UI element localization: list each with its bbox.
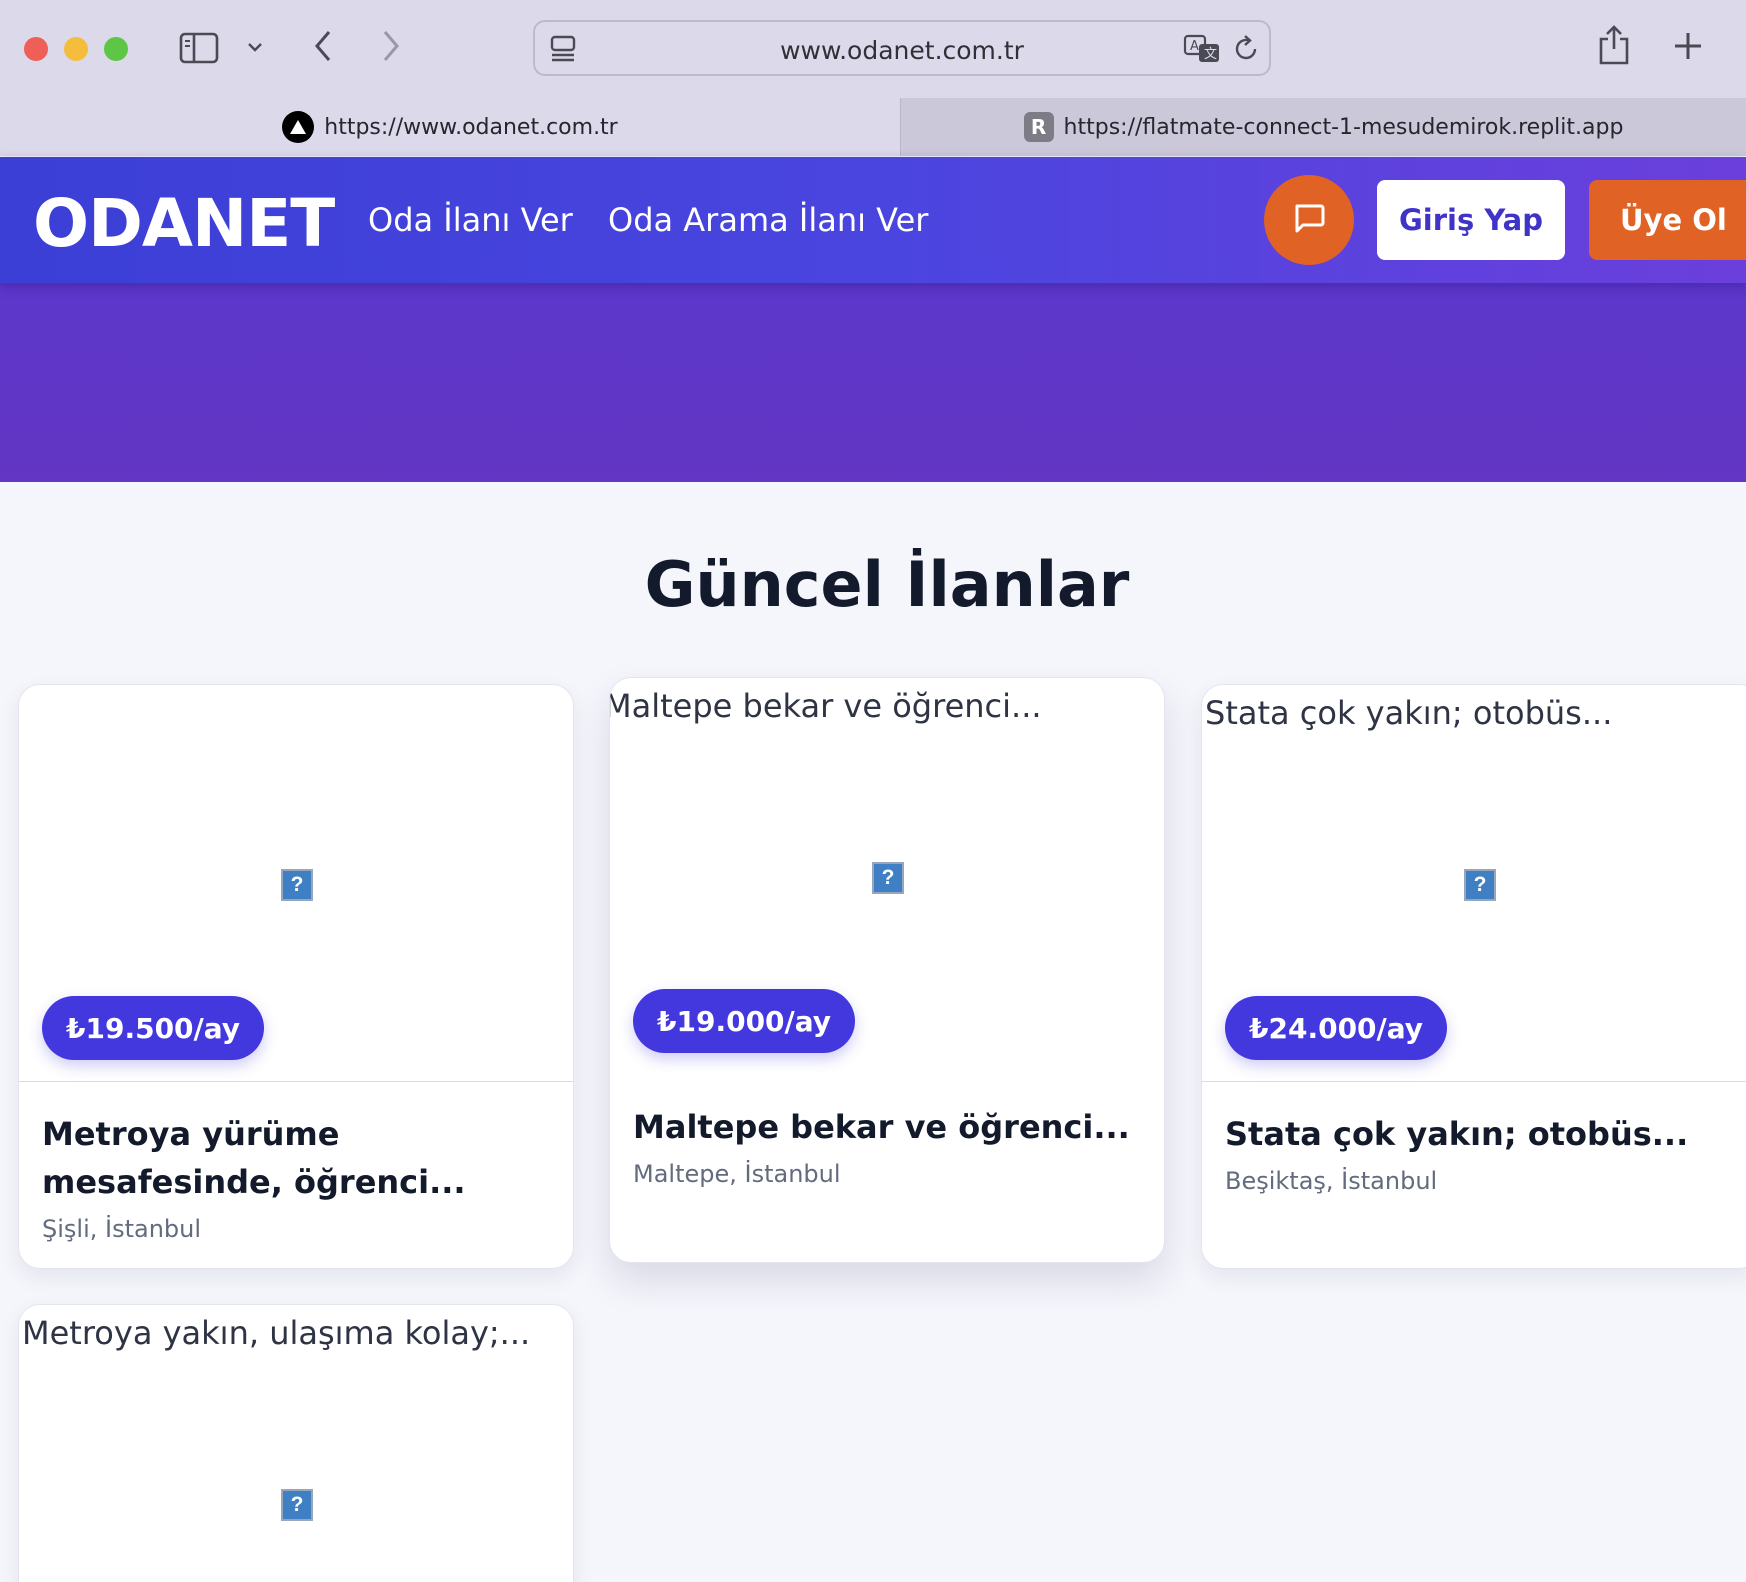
triangle-logo-icon <box>282 111 315 143</box>
listing-card[interactable]: Maltepe bekar ve öğrenci... ? ₺19.000/ay… <box>609 677 1165 1263</box>
listing-title[interactable]: Maltepe bekar ve öğrenci... <box>633 1103 1143 1151</box>
hero-banner <box>0 283 1746 482</box>
signup-button[interactable]: Üye Ol <box>1589 180 1746 260</box>
broken-image-icon: ? <box>872 862 904 894</box>
address-bar[interactable]: www.odanet.com.tr A文 <box>533 20 1271 76</box>
sidebar-toggle-icon[interactable] <box>178 28 220 68</box>
browser-titlebar: www.odanet.com.tr A文 <box>0 0 1746 98</box>
price-badge: ₺19.500/ay <box>42 996 265 1060</box>
nav-link-post-room-search[interactable]: Oda Arama İlanı Ver <box>608 201 928 239</box>
login-button[interactable]: Giriş Yap <box>1377 180 1565 260</box>
svg-text:文: 文 <box>1204 47 1217 62</box>
zoom-window-button[interactable] <box>104 37 128 61</box>
tab-bar: https://www.odanet.com.tr R https://flat… <box>0 98 1746 156</box>
reload-icon[interactable] <box>1231 34 1261 69</box>
svg-text:A: A <box>1190 39 1199 54</box>
broken-image-icon: ? <box>1464 869 1496 901</box>
section-title: Güncel İlanlar <box>644 548 1130 621</box>
listing-location: Şişli, İstanbul <box>42 1215 202 1243</box>
listing-location: Beşiktaş, İstanbul <box>1225 1167 1438 1195</box>
minimize-window-button[interactable] <box>64 37 88 61</box>
listing-image[interactable]: ? ₺19.500/ay <box>19 685 573 1082</box>
listing-image[interactable]: Stata çok yakın; otobüs... ? ₺24.000/ay <box>1202 685 1746 1082</box>
tab-label: https://www.odanet.com.tr <box>324 114 618 140</box>
tab-odanet[interactable]: https://www.odanet.com.tr <box>0 98 900 156</box>
image-alt-text: Stata çok yakın; otobüs... <box>1205 694 1613 732</box>
replit-favicon-icon: R <box>1023 112 1054 142</box>
messages-button[interactable] <box>1264 175 1354 265</box>
site-header: ODANET Oda İlanı Ver Oda Arama İlanı Ver… <box>0 157 1746 283</box>
price-badge: ₺19.000/ay <box>633 989 856 1053</box>
nav-link-post-room[interactable]: Oda İlanı Ver <box>368 201 573 239</box>
listing-card[interactable]: Stata çok yakın; otobüs... ? ₺24.000/ay … <box>1201 684 1746 1269</box>
broken-image-icon: ? <box>281 1489 313 1521</box>
chat-bubble-icon <box>1292 202 1326 239</box>
translate-icon[interactable]: A文 <box>1183 34 1223 69</box>
price-badge: ₺24.000/ay <box>1225 996 1448 1060</box>
listing-title[interactable]: Stata çok yakın; otobüs... <box>1225 1110 1735 1158</box>
image-alt-text: Maltepe bekar ve öğrenci... <box>609 687 1042 725</box>
listing-image[interactable]: Maltepe bekar ve öğrenci... ? ₺19.000/ay <box>610 678 1164 1075</box>
share-icon[interactable] <box>1596 24 1632 68</box>
listing-card[interactable]: Metroya yakın, ulaşıma kolay;... ? <box>18 1304 574 1582</box>
url-text[interactable]: www.odanet.com.tr <box>535 36 1269 65</box>
site-logo[interactable]: ODANET <box>33 185 335 262</box>
chevron-down-icon[interactable] <box>242 34 268 60</box>
back-arrow-icon[interactable] <box>306 26 340 66</box>
forward-arrow-icon[interactable] <box>374 26 408 66</box>
listing-image[interactable]: Metroya yakın, ulaşıma kolay;... ? <box>19 1305 573 1582</box>
image-alt-text: Metroya yakın, ulaşıma kolay;... <box>22 1314 531 1352</box>
listing-location: Maltepe, İstanbul <box>633 1160 841 1188</box>
close-window-button[interactable] <box>24 37 48 61</box>
listing-title[interactable]: Metroya yürüme mesafesinde, öğrenci... <box>42 1110 552 1206</box>
new-tab-plus-icon[interactable] <box>1670 28 1706 64</box>
broken-image-icon: ? <box>281 869 313 901</box>
tab-label: https://flatmate-connect-1-mesudemirok.r… <box>1063 114 1624 140</box>
tab-replit[interactable]: R https://flatmate-connect-1-mesudemirok… <box>900 98 1746 156</box>
listing-card[interactable]: ? ₺19.500/ay Metroya yürüme mesafesinde,… <box>18 684 574 1269</box>
